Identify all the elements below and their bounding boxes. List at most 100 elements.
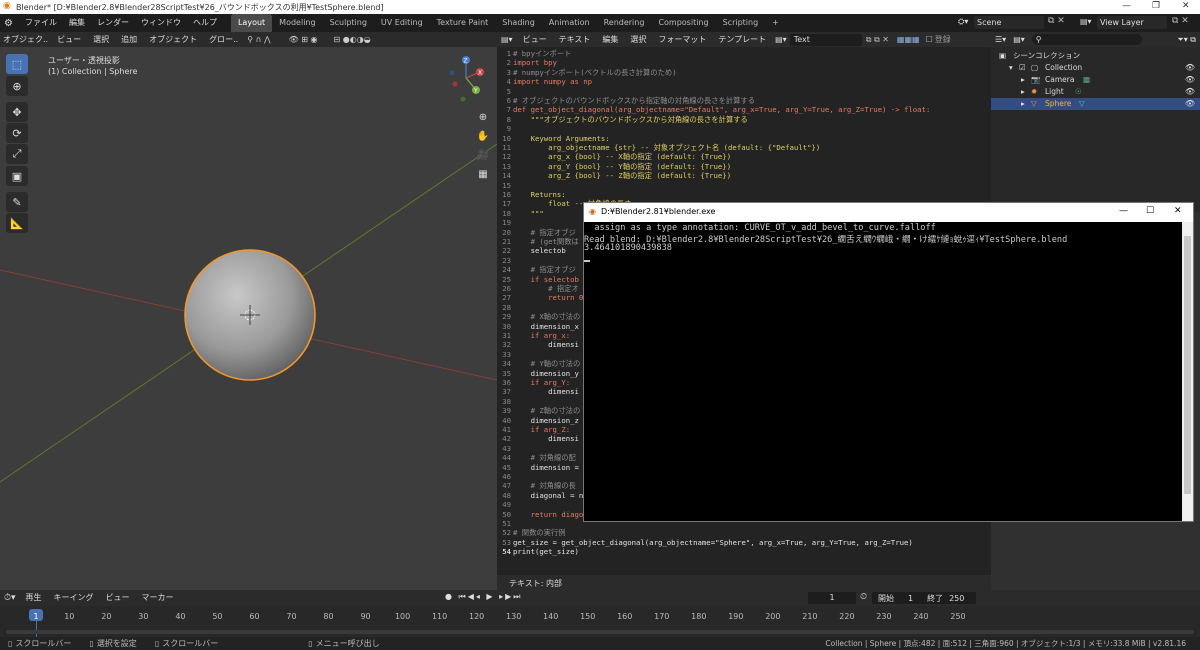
preview-range-icon[interactable]: ⏲ xyxy=(860,592,867,602)
timeline-scrollbar[interactable] xyxy=(6,630,1194,634)
code-line[interactable]: dimensi xyxy=(513,340,579,349)
workspace-tab[interactable]: Scripting xyxy=(716,14,766,32)
workspace-tab[interactable]: Modeling xyxy=(272,14,322,32)
camera-row[interactable]: ▸ 📷 Camera ▩ 👁 xyxy=(991,74,1200,86)
console-minimize-icon[interactable]: — xyxy=(1119,206,1128,216)
timeline-menu-keying[interactable]: キーイング xyxy=(48,589,100,607)
workspace-tab[interactable]: UV Editing xyxy=(374,14,430,32)
editor-menu-edit[interactable]: 編集 xyxy=(596,31,624,49)
visibility-eye-icon[interactable]: 👁 xyxy=(1185,86,1195,98)
scene-collection-row[interactable]: ▣ シーンコレクション xyxy=(991,50,1200,62)
code-line[interactable]: dimension_x xyxy=(513,322,579,331)
code-line[interactable]: dimension_y xyxy=(513,369,579,378)
3d-viewport[interactable]: Z X Y ユーザー・透視投影 (1) Collection | Sphere … xyxy=(0,32,497,590)
snapping-icon[interactable]: ⚲ ∩ ⋀ xyxy=(244,35,273,44)
editor-menu-view[interactable]: ビュー xyxy=(517,31,553,49)
checkbox-icon[interactable]: ☑ xyxy=(1019,62,1026,74)
editor-menu-format[interactable]: フォーマット xyxy=(652,31,712,49)
overlays-icon[interactable]: 👁 ⊞ ◉ xyxy=(286,35,321,44)
close-icon[interactable]: ✕ xyxy=(1182,1,1190,11)
menu-0[interactable]: ファイル xyxy=(19,14,63,32)
start-frame-value[interactable]: 1 xyxy=(908,594,913,603)
visibility-eye-icon[interactable]: 👁 xyxy=(1185,62,1195,74)
move-tool-icon[interactable]: ✥ xyxy=(6,102,28,122)
rotate-tool-icon[interactable]: ⟳ xyxy=(6,123,28,143)
workspace-tab[interactable]: Shading xyxy=(495,14,542,32)
code-line[interactable]: arg_Z {bool} -- Z軸の指定 (default: {True}) xyxy=(513,171,731,181)
code-line[interactable]: if selectob xyxy=(513,275,579,284)
code-line[interactable]: if arg_Z: xyxy=(513,425,571,434)
add-workspace-icon[interactable]: + xyxy=(765,14,786,32)
end-frame-value[interactable]: 250 xyxy=(949,594,964,603)
workspace-tab[interactable]: Animation xyxy=(542,14,597,32)
expand-arrow-icon[interactable]: ▾ xyxy=(1009,62,1013,74)
code-line[interactable]: dimension_z xyxy=(513,416,579,425)
code-line[interactable]: return 0 xyxy=(513,293,583,302)
code-line[interactable]: return diago xyxy=(513,510,584,519)
code-line[interactable]: Returns: xyxy=(513,190,566,199)
workspace-tab[interactable]: Compositing xyxy=(651,14,715,32)
code-line[interactable]: import bpy xyxy=(513,58,557,67)
viewport-menu-view[interactable]: ビュー xyxy=(51,31,87,49)
code-line[interactable]: dimension = xyxy=(513,463,579,472)
transform-orientation-dropdown[interactable]: グロー.. xyxy=(203,31,244,49)
console-scrollbar[interactable] xyxy=(1182,222,1193,521)
annotate-tool-icon[interactable]: ✎ xyxy=(6,192,28,212)
filter-icon[interactable]: ⏷▾ ⧉ xyxy=(1173,35,1200,45)
minimize-icon[interactable]: — xyxy=(1122,1,1131,11)
viewport-menu-object[interactable]: オブジェクト xyxy=(143,31,203,49)
outliner-search-input[interactable]: ⚲ xyxy=(1031,34,1142,45)
scene-selector[interactable]: Scene xyxy=(974,16,1044,29)
workspace-tab[interactable]: Layout xyxy=(230,14,273,32)
scale-tool-icon[interactable]: ⤢ xyxy=(6,144,28,164)
menu-3[interactable]: ウィンドウ xyxy=(135,14,187,32)
expand-arrow-icon[interactable]: ▸ xyxy=(1021,98,1025,110)
pan-hand-icon[interactable]: ✋ xyxy=(476,127,490,146)
timeline-type-icon[interactable]: ⏱▾ xyxy=(0,593,20,603)
blender-menu-icon[interactable]: ⚙ xyxy=(0,18,19,29)
shading-modes-icon[interactable]: ⊟ ●◐◑◒ xyxy=(331,35,374,44)
code-line[interactable]: selectob xyxy=(513,246,566,255)
register-checkbox[interactable]: ☐ xyxy=(924,35,935,44)
maximize-icon[interactable]: ❐ xyxy=(1152,1,1160,11)
playback-controls[interactable]: ● ⏮◀◂ ▶ ▸▶⏭ xyxy=(445,592,523,602)
new-scene-icon[interactable]: ⧉ ✕ xyxy=(1048,16,1065,26)
timeline-panel[interactable]: ⏱▾ 再生 キーイング ビュー マーカー ● ⏮◀◂ ▶ ▸▶⏭ 1 ⏲ 開始 … xyxy=(0,590,1200,637)
grid-view-icon[interactable]: ▦ xyxy=(476,165,490,184)
text-display-icons[interactable]: ▦▦▦ xyxy=(893,35,924,44)
view-layer-selector[interactable]: View Layer xyxy=(1097,16,1167,29)
code-line[interactable]: Keyword Arguments: xyxy=(513,134,610,143)
measure-tool-icon[interactable]: 📐 xyxy=(6,213,28,233)
text-new-icon[interactable]: ⧉ ⧉ ✕ xyxy=(862,35,893,45)
code-line[interactable]: dimensi xyxy=(513,387,579,396)
code-line[interactable]: get_size = get_object_diagonal(arg_objec… xyxy=(513,538,913,547)
workspace-tab[interactable]: Sculpting xyxy=(323,14,374,32)
code-line[interactable]: dimensi xyxy=(513,434,579,443)
editor-menu-select[interactable]: 選択 xyxy=(624,31,652,49)
editor-menu-templates[interactable]: テンプレート xyxy=(712,31,772,49)
new-view-layer-icon[interactable]: ⧉ ✕ xyxy=(1172,16,1189,26)
menu-2[interactable]: レンダー xyxy=(91,14,135,32)
text-browse-icon[interactable]: ▤▾ xyxy=(772,31,790,49)
transform-tool-icon[interactable]: ▣ xyxy=(6,166,28,186)
timeline-menu-view[interactable]: ビュー xyxy=(100,589,136,607)
code-line[interactable]: if arg_Y: xyxy=(513,378,571,387)
console-maximize-icon[interactable]: ☐ xyxy=(1146,206,1154,216)
editor-type-icon[interactable]: ▤▾ xyxy=(497,31,517,49)
frame-range-fields[interactable]: 開始 1 終了 250 xyxy=(872,592,976,604)
menu-1[interactable]: 編集 xyxy=(63,14,91,32)
code-line[interactable]: import numpy as np xyxy=(513,77,592,86)
zoom-icon[interactable]: ⊕ xyxy=(476,108,490,127)
code-line[interactable]: diagonal = n xyxy=(513,491,584,500)
viewport-menu-select[interactable]: 選択 xyxy=(87,31,115,49)
cursor-tool-icon[interactable]: ⊕ xyxy=(6,76,28,96)
viewport-menu-add[interactable]: 追加 xyxy=(115,31,143,49)
outliner-type-icon[interactable]: ☰▾ xyxy=(991,35,1010,44)
code-line[interactable]: if arg_x: xyxy=(513,331,571,340)
expand-arrow-icon[interactable]: ▸ xyxy=(1021,86,1025,98)
code-line[interactable]: def get_object_diagonal(arg_objectname="… xyxy=(513,105,930,114)
workspace-tab[interactable]: Rendering xyxy=(597,14,652,32)
select-box-tool-icon[interactable]: ⬚ xyxy=(6,54,28,74)
code-line[interactable]: print(get_size) xyxy=(513,547,579,556)
timeline-menu-playback[interactable]: 再生 xyxy=(20,589,48,607)
